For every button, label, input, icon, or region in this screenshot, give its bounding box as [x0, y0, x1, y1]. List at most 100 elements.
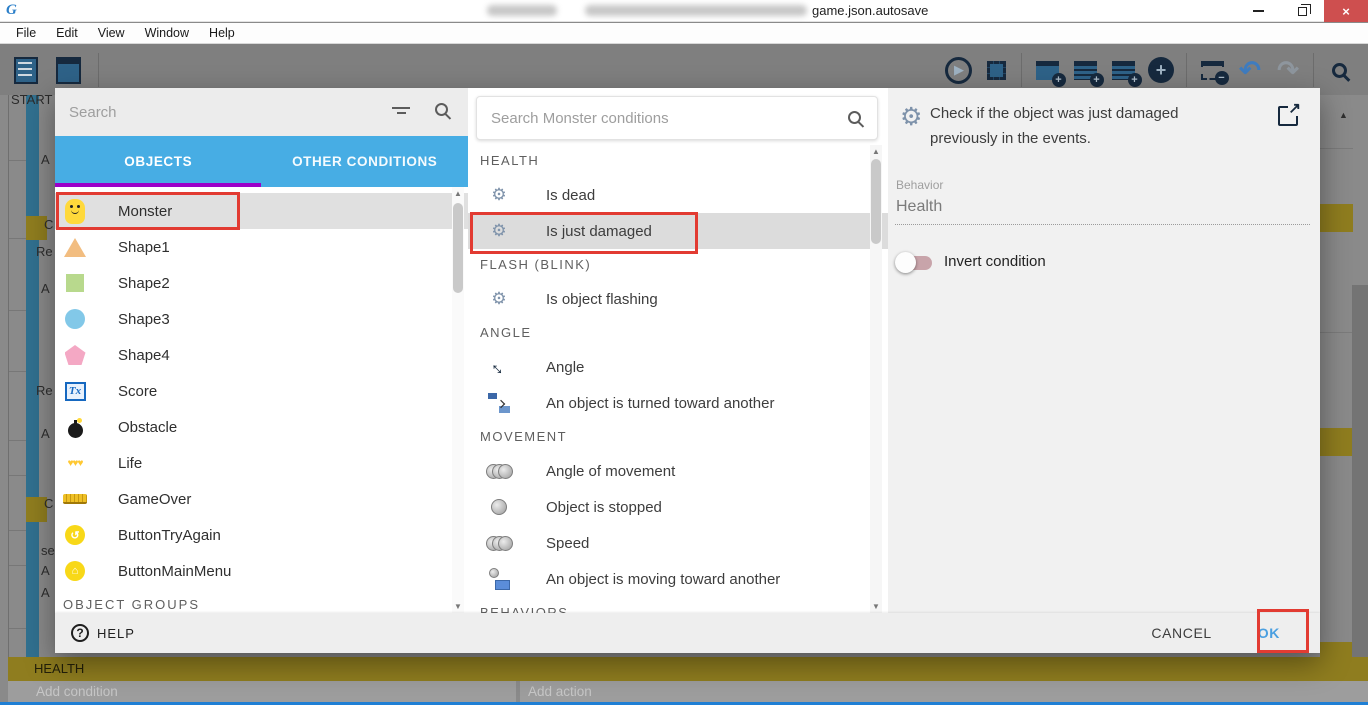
delete-event-icon[interactable]	[1196, 54, 1229, 86]
condition-item-object-is-stopped[interactable]: Object is stopped	[468, 489, 888, 525]
object-item-buttonmainmenu[interactable]: ⌂ ButtonMainMenu	[55, 553, 468, 589]
project-manager-icon[interactable]	[10, 54, 42, 86]
add-circle-icon[interactable]: +	[1145, 54, 1177, 86]
tab-other-conditions[interactable]: OTHER CONDITIONS	[262, 136, 469, 187]
object-item-buttontryagain[interactable]: ↺ ButtonTryAgain	[55, 517, 468, 553]
scroll-down-arrow[interactable]: ▼	[452, 602, 464, 611]
hearts-icon: ♥♥♥	[67, 457, 84, 469]
behavior-label: Behavior	[896, 178, 944, 192]
scroll-up-arrow[interactable]: ▲	[870, 147, 882, 156]
gameover-icon	[62, 486, 88, 512]
scroll-up-arrow[interactable]: ▲	[452, 189, 464, 198]
condition-section-header: MOVEMENT	[480, 429, 568, 444]
object-item-shape2[interactable]: Shape2	[55, 265, 468, 301]
conditions-search-card	[476, 96, 878, 140]
menu-view[interactable]: View	[88, 26, 135, 40]
condition-item-is-just-damaged[interactable]: ⚙ Is just damaged	[468, 213, 888, 249]
scrollbar-thumb[interactable]	[453, 203, 463, 293]
redo-icon[interactable]: ↷	[1272, 54, 1304, 86]
monster-icon	[62, 198, 88, 224]
object-item-shape4[interactable]: Shape4	[55, 337, 468, 373]
condition-item-is-dead[interactable]: ⚙ Is dead	[468, 177, 888, 213]
redacted-path	[585, 5, 807, 16]
object-label: Life	[118, 454, 143, 472]
condition-item-speed[interactable]: Speed	[468, 525, 888, 561]
event-text-fragment: se	[41, 543, 55, 558]
conditions-scrollbar[interactable]: ▲ ▼	[870, 145, 882, 613]
object-item-score[interactable]: Tx Score	[55, 373, 468, 409]
object-item-shape3[interactable]: Shape3	[55, 301, 468, 337]
add-event-icon[interactable]	[1031, 54, 1066, 87]
condition-label: An object is moving toward another	[546, 570, 781, 588]
tab-objects[interactable]: OBJECTS	[55, 136, 262, 187]
behavior-field-underline	[895, 224, 1310, 225]
ok-button[interactable]: OK	[1258, 625, 1280, 641]
condition-item-angle-of-movement[interactable]: Angle of movement	[468, 453, 888, 489]
event-text-fragment: A	[41, 281, 50, 296]
condition-section-header: BEHAVIORS	[480, 605, 569, 613]
toolbar-divider	[1021, 53, 1022, 87]
add-action-button[interactable]: Add action	[520, 681, 1368, 703]
condition-item-is-object-flashing[interactable]: ⚙ Is object flashing	[468, 281, 888, 317]
undo-icon[interactable]: ↶	[1234, 54, 1266, 86]
condition-section-header: ANGLE	[480, 325, 532, 340]
help-button[interactable]: ? HELP	[71, 624, 135, 642]
panel-tabs: OBJECTS OTHER CONDITIONS	[55, 136, 468, 187]
object-item-monster[interactable]: Monster	[55, 193, 468, 229]
conditions-search-input[interactable]	[477, 97, 877, 139]
gdevelop-logo-icon: G	[6, 2, 17, 18]
gear-icon: ⚙	[491, 221, 507, 240]
movement-circles-icon	[485, 530, 513, 556]
object-item-gameover[interactable]: GameOver	[55, 481, 468, 517]
square-icon	[62, 270, 88, 296]
condition-item-an-object-is-turned-toward-another[interactable]: An object is turned toward another	[468, 385, 888, 421]
play-icon[interactable]: ▶	[942, 54, 974, 86]
condition-item-angle[interactable]: ↔ Angle	[468, 349, 888, 385]
window-title: game.json.autosave	[812, 3, 929, 18]
object-groups-header: OBJECT GROUPS	[63, 597, 201, 612]
minimize-button[interactable]	[1236, 0, 1280, 22]
event-bar	[26, 95, 39, 216]
help-icon: ?	[71, 624, 89, 642]
object-item-shape1[interactable]: Shape1	[55, 229, 468, 265]
scroll-up-arrow[interactable]: ▲	[1339, 110, 1348, 120]
condition-item-an-object-is-moving-toward-another[interactable]: An object is moving toward another	[468, 561, 888, 597]
events-group-health[interactable]: HEALTH	[8, 657, 1368, 681]
event-text-fragment: A	[41, 585, 50, 600]
add-subevent-icon[interactable]	[1069, 54, 1104, 87]
event-text-fragment: A	[41, 563, 50, 578]
add-comment-icon[interactable]	[1107, 54, 1142, 87]
cancel-button[interactable]: CANCEL	[1151, 625, 1211, 641]
scroll-down-arrow[interactable]: ▼	[870, 602, 882, 611]
object-item-life[interactable]: ♥♥♥ Life	[55, 445, 468, 481]
condition-description: Check if the object was just damaged pre…	[930, 105, 1179, 147]
dialog-footer: ? HELP CANCEL OK	[55, 613, 1320, 653]
scrollbar-thumb[interactable]	[871, 159, 881, 244]
filter-icon[interactable]	[392, 107, 410, 117]
open-in-new-icon[interactable]	[1278, 99, 1301, 126]
invert-condition-toggle[interactable]	[895, 252, 932, 273]
objects-scrollbar[interactable]: ▲ ▼	[452, 187, 464, 613]
menu-window[interactable]: Window	[135, 26, 199, 40]
triangle-icon	[62, 234, 88, 260]
redacted-path	[487, 5, 557, 16]
object-item-obstacle[interactable]: Obstacle	[55, 409, 468, 445]
scene-editor-icon[interactable]	[52, 54, 84, 86]
retry-icon: ↺	[62, 522, 88, 548]
add-condition-button[interactable]: Add condition	[8, 681, 516, 703]
condition-label: Is object flashing	[546, 290, 658, 308]
search-icon	[848, 111, 861, 124]
circle-icon	[62, 306, 88, 332]
close-button[interactable]: ×	[1324, 0, 1368, 22]
events-scrollbar[interactable]	[1352, 285, 1368, 705]
restore-button[interactable]	[1280, 0, 1324, 22]
debug-icon[interactable]	[980, 54, 1012, 86]
menu-file[interactable]: File	[6, 26, 46, 40]
angle-arrows-icon: ↔	[485, 353, 513, 381]
menu-help[interactable]: Help	[199, 26, 245, 40]
event-text-fragment: A	[41, 426, 50, 441]
object-label: GameOver	[118, 490, 192, 508]
search-icon[interactable]	[1323, 54, 1355, 86]
behavior-field[interactable]: Health	[896, 198, 942, 216]
menu-edit[interactable]: Edit	[46, 26, 88, 40]
